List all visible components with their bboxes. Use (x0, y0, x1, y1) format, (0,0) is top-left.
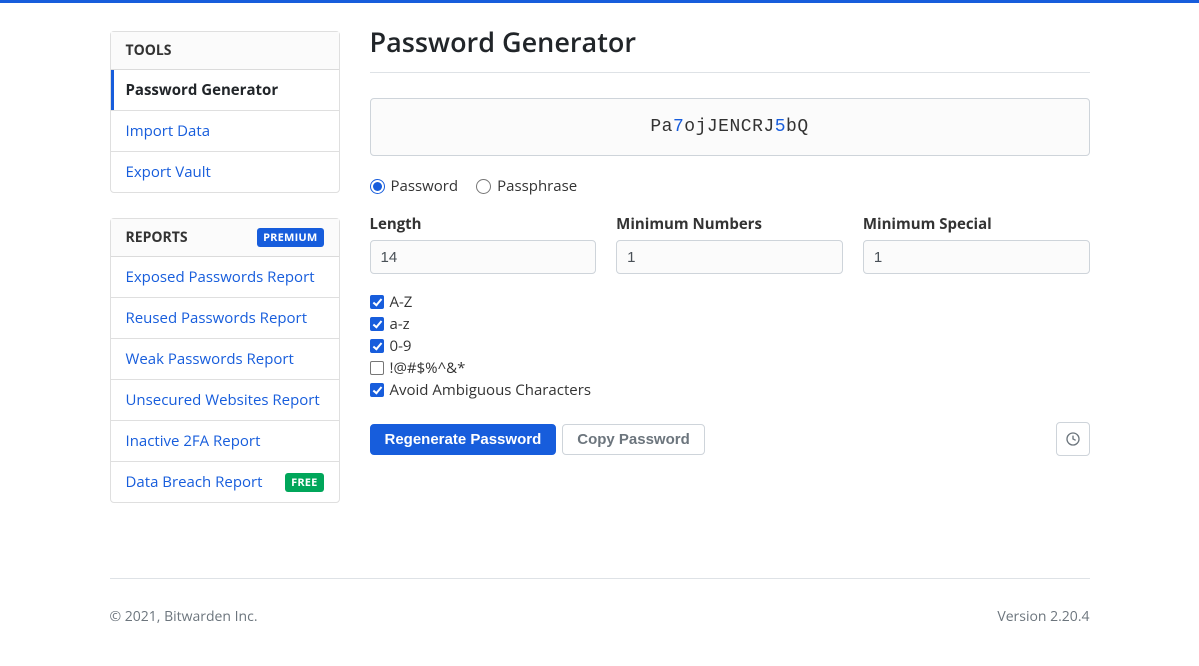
type-password-label: Password (391, 176, 459, 196)
sidebar-item-label: Exposed Passwords Report (126, 267, 315, 287)
special-label: !@#$%^&* (390, 358, 466, 378)
premium-badge: Premium (257, 228, 323, 247)
sidebar-item-reports-5[interactable]: Data Breach Report Free (111, 461, 339, 502)
sidebar-item-reports-0[interactable]: Exposed Passwords Report (111, 257, 339, 297)
sidebar-item-tools-2[interactable]: Export Vault (111, 151, 339, 192)
uppercase-checkbox[interactable] (370, 295, 384, 309)
type-password-option[interactable]: Password (370, 176, 459, 196)
sidebar-item-tools-0[interactable]: Password Generator (111, 70, 339, 110)
reports-header: Reports Premium (111, 219, 339, 257)
copy-button[interactable]: Copy Password (562, 424, 705, 455)
uppercase-label: A-Z (390, 292, 413, 312)
lowercase-label: a-z (390, 314, 410, 334)
sidebar-item-reports-3[interactable]: Unsecured Websites Report (111, 379, 339, 420)
history-icon (1065, 431, 1081, 447)
length-label: Length (370, 214, 597, 234)
password-segment: 5 (775, 117, 786, 137)
length-input[interactable] (370, 240, 597, 274)
sidebar-item-reports-4[interactable]: Inactive 2FA Report (111, 420, 339, 461)
sidebar-item-label: Weak Passwords Report (126, 349, 294, 369)
numbers-checkbox[interactable] (370, 339, 384, 353)
history-button[interactable] (1056, 422, 1090, 456)
password-segment: ojJENCRJ (684, 117, 774, 137)
footer: © 2021, Bitwarden Inc. Version 2.20.4 (110, 578, 1090, 666)
password-segment: bQ (786, 117, 809, 137)
tools-card: Tools Password GeneratorImport DataExpor… (110, 31, 340, 193)
password-segment: 7 (673, 117, 684, 137)
password-segment: Pa (650, 117, 673, 137)
reports-card: Reports Premium Exposed Passwords Report… (110, 218, 340, 503)
type-row: Password Passphrase (370, 176, 1090, 196)
copyright-text: © 2021, Bitwarden Inc. (110, 607, 258, 626)
min-special-input[interactable] (863, 240, 1090, 274)
ambiguous-checkbox[interactable] (370, 383, 384, 397)
sidebar-item-reports-2[interactable]: Weak Passwords Report (111, 338, 339, 379)
page-title: Password Generator (370, 23, 1090, 73)
version-text: Version 2.20.4 (997, 607, 1089, 626)
min-special-label: Minimum Special (863, 214, 1090, 234)
type-password-radio[interactable] (370, 179, 385, 194)
sidebar-item-label: Reused Passwords Report (126, 308, 308, 328)
min-numbers-label: Minimum Numbers (616, 214, 843, 234)
numbers-label: 0-9 (390, 336, 412, 356)
type-passphrase-option[interactable]: Passphrase (476, 176, 577, 196)
ambiguous-label: Avoid Ambiguous Characters (390, 380, 592, 400)
tools-header: Tools (111, 32, 339, 70)
special-checkbox[interactable] (370, 361, 384, 375)
generated-password: Pa7ojJENCRJ5bQ (370, 98, 1090, 156)
sidebar-item-label: Unsecured Websites Report (126, 390, 320, 410)
sidebar-item-tools-1[interactable]: Import Data (111, 110, 339, 151)
lowercase-checkbox[interactable] (370, 317, 384, 331)
type-passphrase-label: Passphrase (497, 176, 577, 196)
free-badge: Free (285, 473, 323, 492)
sidebar-item-label: Inactive 2FA Report (126, 431, 261, 451)
type-passphrase-radio[interactable] (476, 179, 491, 194)
reports-header-label: Reports (126, 228, 188, 247)
regenerate-button[interactable]: Regenerate Password (370, 424, 557, 455)
sidebar-item-label: Data Breach Report (126, 472, 263, 492)
sidebar-item-reports-1[interactable]: Reused Passwords Report (111, 297, 339, 338)
min-numbers-input[interactable] (616, 240, 843, 274)
